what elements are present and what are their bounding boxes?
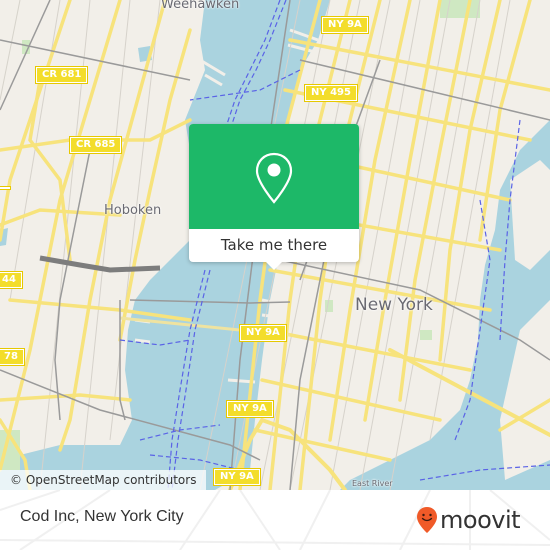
route-shield-ny495: NY 495 xyxy=(304,84,358,102)
map-attribution[interactable]: © OpenStreetMap contributors xyxy=(0,470,207,490)
route-shield-cr685: CR 685 xyxy=(68,136,123,154)
popup-header[interactable] xyxy=(189,124,359,229)
place-label-weehawken: Weehawken xyxy=(161,0,240,12)
place-label-new-york: New York xyxy=(355,295,433,315)
popup-pointer xyxy=(266,262,282,270)
footer-bar: Cod Inc, New York City moovit xyxy=(0,490,550,550)
location-pin-icon xyxy=(255,152,293,204)
moovit-smile-pin-icon xyxy=(417,507,437,533)
location-popup[interactable]: Take me there xyxy=(189,124,359,270)
map-canvas[interactable]: Weehawken Hoboken New York East River CR… xyxy=(0,0,550,490)
moovit-wordmark: moovit xyxy=(440,506,521,534)
place-name: Cod Inc, New York City xyxy=(20,508,184,525)
route-shield-ny9a-bottom: NY 9A xyxy=(213,468,261,486)
route-shield-partial xyxy=(0,186,11,190)
route-shield-ny9a-top: NY 9A xyxy=(321,16,369,34)
route-shield-44: 44 xyxy=(0,271,23,289)
take-me-there-button[interactable]: Take me there xyxy=(189,229,359,262)
moovit-logo[interactable]: moovit xyxy=(416,500,521,540)
route-shield-78: 78 xyxy=(0,348,25,366)
place-label-east-river: East River xyxy=(352,479,393,488)
route-shield-cr681: CR 681 xyxy=(34,66,89,84)
place-label-hoboken: Hoboken xyxy=(104,203,162,218)
route-shield-ny9a-mid: NY 9A xyxy=(239,324,287,342)
route-shield-ny9a-lower: NY 9A xyxy=(226,400,274,418)
